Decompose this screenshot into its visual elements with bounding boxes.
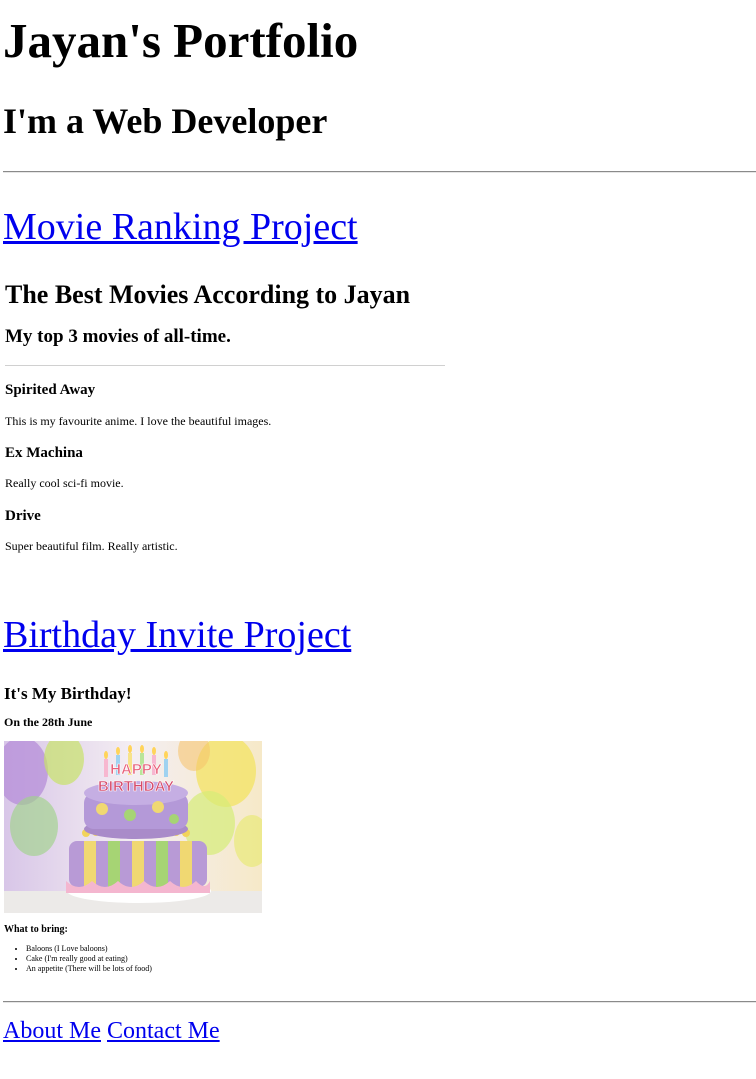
page-title: Jayan's Portfolio [3,13,359,68]
list-item: Cake (I'm really good at eating) [26,954,152,964]
divider-bottom [3,1001,756,1003]
movie-section-subheading: My top 3 movies of all-time. [5,326,231,347]
movie-description: Super beautiful film. Really artistic. [5,539,178,553]
portfolio-page: Jayan's Portfolio I'm a Web Developer Mo… [0,0,756,1079]
what-to-bring-label: What to bring: [4,924,68,935]
about-me-link[interactable]: About Me [3,1017,101,1045]
movie-divider [5,365,445,366]
bring-list: Baloons (I Love baloons) Cake (I'm reall… [4,944,152,974]
birthday-invite-project-link[interactable]: Birthday Invite Project [3,613,351,657]
movie-description: This is my favourite anime. I love the b… [5,414,272,428]
movie-section-heading: The Best Movies According to Jayan [5,280,411,309]
page-subtitle: I'm a Web Developer [3,101,328,141]
movie-description: Really cool sci-fi movie. [5,476,124,490]
divider-top [3,171,756,173]
birthday-date: On the 28th June [4,715,93,729]
birthday-heading: It's My Birthday! [4,684,132,703]
movie-name: Ex Machina [5,445,83,461]
cake-topper-birthday: BIRTHDAY [98,778,174,795]
movie-name: Drive [5,508,41,524]
list-item: Baloons (I Love baloons) [26,944,152,954]
movie-name: Spirited Away [5,382,96,398]
cake-topper-happy: HAPPY [110,761,162,778]
contact-me-link[interactable]: Contact Me [107,1017,220,1045]
birthday-cake-image: HAPPY BIRTHDAY [4,741,262,913]
movie-ranking-project-link[interactable]: Movie Ranking Project [3,205,358,249]
list-item: An appetite (There will be lots of food) [26,964,152,974]
